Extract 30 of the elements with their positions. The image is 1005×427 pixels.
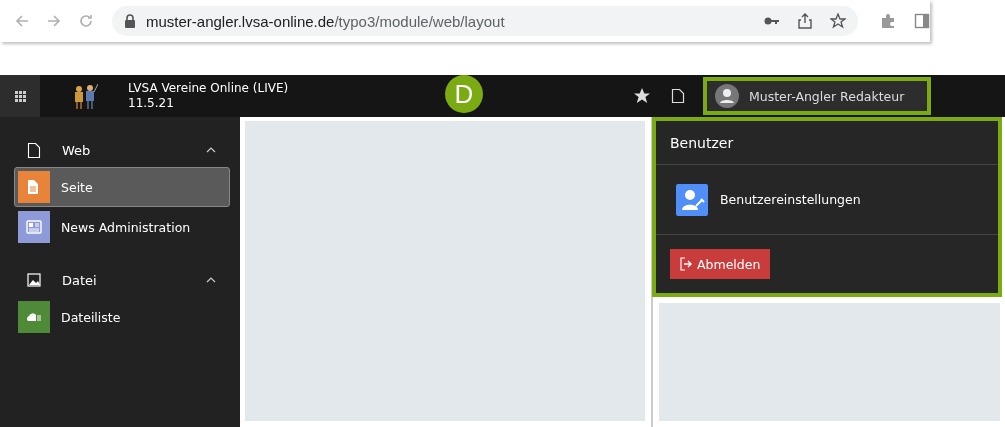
logout-icon [680,257,692,271]
url-host: muster-angler.lvsa-online.de [146,12,335,30]
logout-button[interactable]: Abmelden [670,249,771,279]
app-menu-button[interactable] [0,75,40,117]
version-number: 11.5.21 [128,96,175,111]
image-icon [27,272,41,288]
module-group-header[interactable]: Web [0,133,240,167]
dropdown-item[interactable]: Benutzereinstellungen [656,165,998,235]
puzzle-icon[interactable] [880,13,896,29]
lock-icon [124,14,136,28]
module-item[interactable]: Seite [14,167,230,207]
share-icon[interactable] [798,13,812,29]
document-icon [27,142,41,158]
document-icon[interactable] [671,88,685,104]
user-settings-icon [676,183,708,216]
address-bar[interactable]: muster-angler.lvsa-online.de/typo3/module/web/layout [112,6,858,36]
avatar-icon [715,84,739,108]
grid-icon [14,90,26,102]
star-icon[interactable] [830,13,846,29]
site-name: LVSA Vereine Online (LIVE) [128,81,289,96]
step-marker: D [445,75,483,113]
user-menu-button[interactable]: Muster-Angler Redakteur [703,77,931,115]
sidepanel-icon[interactable] [914,13,930,29]
module-item[interactable]: Dateiliste [14,297,230,337]
module-item[interactable]: News Administration [14,207,230,247]
dropdown-title: Benutzer [656,121,998,166]
url-path: /typo3/module/web/layout [334,12,505,30]
bookmark-star-icon[interactable] [633,87,651,105]
key-icon[interactable] [764,15,780,27]
module-group-header[interactable]: Datei [0,263,240,297]
